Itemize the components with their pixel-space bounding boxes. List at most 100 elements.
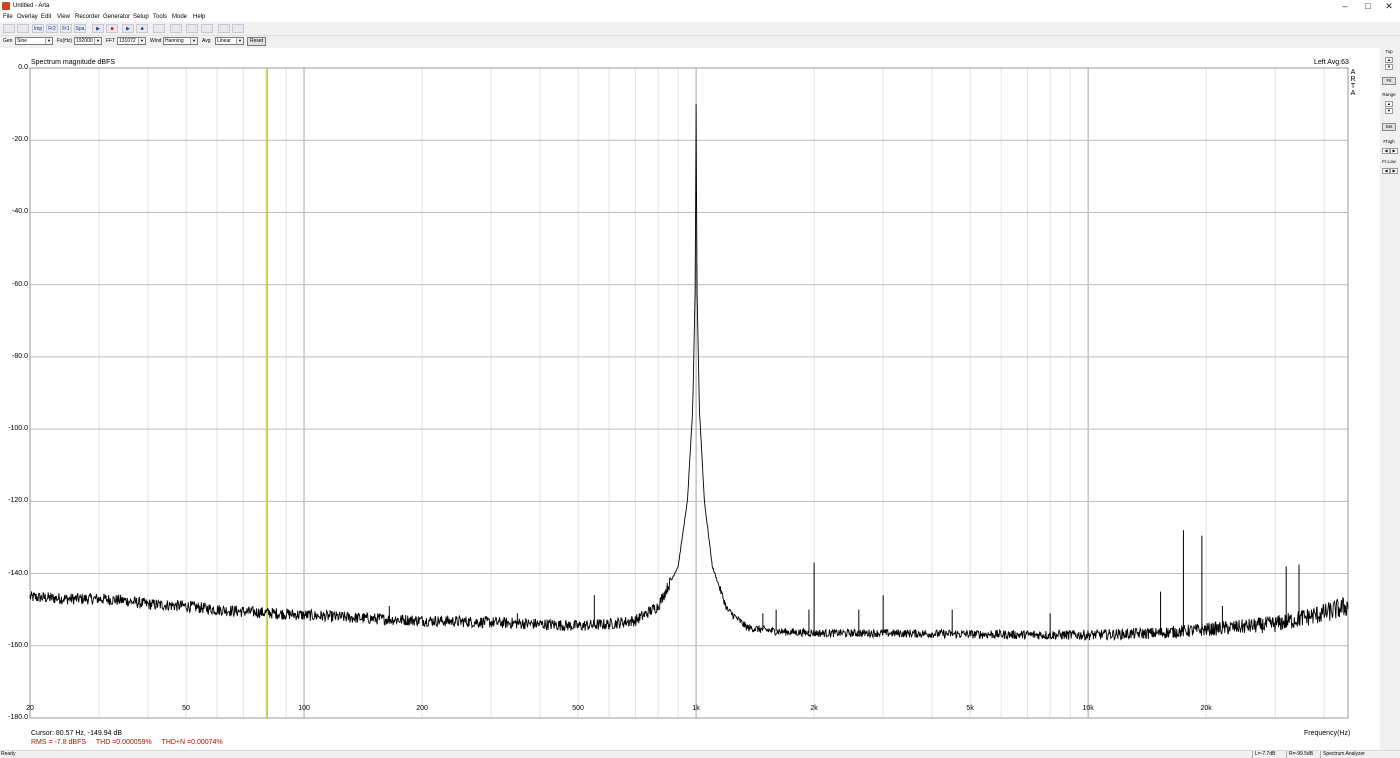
chevron-down-icon: ▼ — [94, 38, 101, 44]
range-up-button[interactable]: ▲ — [1385, 101, 1393, 107]
averaging-select[interactable]: Linear ▼ — [215, 37, 244, 45]
logo-letter: T — [1350, 83, 1356, 90]
grid-major-lines — [30, 67, 1348, 719]
y-tick-label: 0.0 — [18, 64, 28, 71]
close-button[interactable]: ✕ — [1378, 0, 1400, 13]
minimize-button[interactable]: – — [1334, 0, 1356, 13]
logo-letter: A — [1350, 69, 1356, 76]
graph-icon[interactable] — [153, 24, 165, 33]
spectrum-chart-panel[interactable]: Spectrum magnitude dBFS Left Avg:63 A R … — [0, 48, 1380, 750]
top-label: Top — [1385, 49, 1393, 54]
y-tick-label: -20.0 — [12, 136, 28, 144]
y-tick-label: -160.0 — [8, 641, 28, 649]
chevron-down-icon: ▼ — [190, 38, 197, 44]
x-tick-label: 200 — [416, 705, 428, 712]
frequency-response-1-icon[interactable]: Fr1 — [60, 24, 72, 33]
impulse-response-icon[interactable]: Imp — [32, 24, 44, 33]
set-button[interactable]: Set — [1382, 123, 1396, 131]
window-select[interactable]: Hanning ▼ — [163, 37, 198, 45]
menu-tools[interactable]: Tools — [153, 14, 167, 20]
y-tick-label: -80.0 — [12, 352, 28, 360]
menu-overlay[interactable]: Overlay — [17, 14, 38, 20]
window-title: Untitled - Arta — [13, 3, 50, 9]
logo-letter: A — [1350, 90, 1356, 97]
scale-control-panel: Top ▲ ▼ Fit Range ▲ ▼ Set Fhigh ◀ ▶ Fr.L… — [1380, 48, 1400, 750]
chart-title: Spectrum magnitude dBFS — [31, 59, 116, 66]
averaging-value: Linear — [217, 38, 231, 44]
menu-bar: File Overlay Edit View Recorder Generato… — [0, 13, 1400, 22]
cursor-readout: Cursor: 80.57 Hz, -149.94 dB — [31, 730, 123, 737]
main-toolbar: Imp Fr2 Fr1 Spa ▶ ■ ▶ ■ — [0, 23, 1400, 36]
x-tick-label: 100 — [298, 705, 310, 712]
reset-button[interactable]: Reset — [247, 37, 266, 46]
flow-label: Fr.Low — [1382, 159, 1396, 164]
flow-left-button[interactable]: ◀ — [1382, 168, 1390, 174]
range-label: Range — [1382, 92, 1396, 97]
wind-label: Wind — [150, 38, 162, 44]
top-up-button[interactable]: ▲ — [1385, 57, 1393, 63]
menu-recorder[interactable]: Recorder — [75, 14, 100, 20]
x-axis-label: Frequency(Hz) — [1304, 730, 1351, 737]
x-tick-label: 10k — [1082, 705, 1094, 712]
menu-help[interactable]: Help — [193, 14, 205, 20]
stop-icon[interactable]: ■ — [136, 24, 148, 33]
fft-size-select[interactable]: 131072 ▼ — [117, 37, 146, 45]
maximize-button[interactable]: □ — [1357, 0, 1379, 13]
frequency-response-2-icon[interactable]: Fr2 — [46, 24, 58, 33]
flow-right-button[interactable]: ▶ — [1390, 168, 1398, 174]
thdn-value: THD+N =0.00074% — [161, 739, 223, 746]
x-tick-label: 500 — [572, 705, 584, 712]
x-tick-label: 1k — [692, 705, 700, 712]
fhigh-right-button[interactable]: ▶ — [1390, 148, 1398, 154]
spectrum-analyzer-icon[interactable]: Spa — [74, 24, 86, 33]
rms-value: RMS = -7.8 dBFS — [31, 739, 87, 746]
fft-label: FFT — [106, 38, 116, 44]
menu-file[interactable]: File — [3, 14, 13, 20]
spectrum-trace — [29, 104, 1349, 641]
menu-mode[interactable]: Mode — [172, 14, 187, 20]
menu-generator[interactable]: Generator — [103, 14, 130, 20]
x-tick-label: 5k — [966, 705, 974, 712]
open-icon[interactable] — [3, 24, 15, 33]
window-value: Hanning — [165, 38, 184, 44]
graph-options-icon[interactable] — [170, 24, 182, 33]
y-tick-label: -100.0 — [8, 425, 28, 433]
thd-value: THD =0.000059% — [95, 739, 152, 746]
y-tick-label: -140.0 — [8, 569, 28, 577]
arta-logo: A R T A — [1350, 69, 1356, 97]
sample-rate-select[interactable]: 192000 ▼ — [74, 37, 102, 45]
link-icon[interactable] — [186, 24, 198, 33]
measurement-readout: RMS = -7.8 dBFS THD =0.000059% THD+N =0.… — [31, 739, 231, 746]
avg-label: Avg — [202, 38, 211, 44]
fhigh-label: Fhigh — [1383, 139, 1395, 144]
record-icon[interactable]: ■ — [106, 24, 118, 33]
gen-label: Gen — [3, 38, 13, 44]
range-down-button[interactable]: ▼ — [1385, 108, 1393, 114]
generator-play-icon[interactable]: ▶ — [92, 24, 104, 33]
chevron-down-icon: ▼ — [138, 38, 145, 44]
fit-button[interactable]: Fit — [1382, 77, 1396, 85]
settings-toolbar: Gen Sine ▼ Fs(Hz) 192000 ▼ FFT 131072 ▼ Win… — [0, 36, 1400, 47]
menu-setup[interactable]: Setup — [133, 14, 149, 20]
menu-edit[interactable]: Edit — [41, 14, 51, 20]
spectrum-plot[interactable] — [0, 48, 1380, 750]
logo-letter: R — [1350, 76, 1356, 83]
save-icon[interactable] — [17, 24, 29, 33]
y-tick-label: -180.0 — [8, 714, 28, 721]
x-tick-label: 50 — [182, 705, 190, 712]
toggle-icon[interactable] — [201, 24, 213, 33]
menu-view[interactable]: View — [57, 14, 70, 20]
generator-select[interactable]: Sine ▼ — [15, 37, 53, 45]
arta-app-icon — [2, 2, 10, 10]
play-icon[interactable]: ▶ — [122, 24, 134, 33]
generator-value: Sine — [17, 38, 28, 44]
view-icon[interactable] — [232, 24, 244, 33]
fhigh-left-button[interactable]: ◀ — [1382, 148, 1390, 154]
scope-icon[interactable] — [218, 24, 230, 33]
fs-label: Fs(Hz) — [57, 38, 72, 44]
channel-avg-status: Left Avg:63 — [1314, 59, 1349, 66]
top-down-button[interactable]: ▼ — [1385, 64, 1393, 70]
x-tick-label: 2k — [810, 705, 818, 712]
y-tick-label: -40.0 — [12, 208, 28, 216]
y-tick-label: -60.0 — [12, 280, 28, 288]
